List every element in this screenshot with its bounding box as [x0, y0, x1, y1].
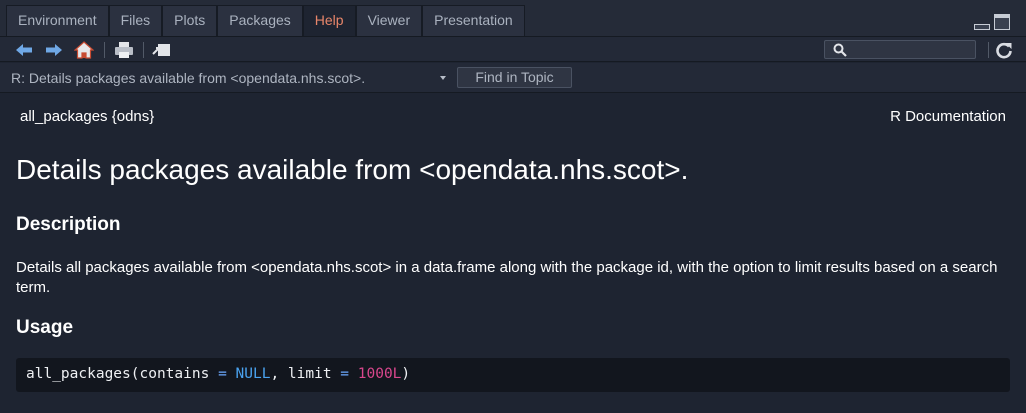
code-number: 1000L: [357, 366, 402, 382]
usage-code-block: all_packages(contains = NULL, limit = 10…: [16, 358, 1010, 392]
usage-code: all_packages(contains = NULL, limit = 10…: [26, 366, 410, 382]
usage-heading: Usage: [16, 317, 74, 338]
toolbar-separator: [988, 42, 989, 58]
tab-viewer[interactable]: Viewer: [355, 5, 423, 36]
description-text: Details all packages available from <ope…: [16, 259, 998, 296]
help-search-input[interactable]: [853, 42, 971, 57]
find-in-topic-input[interactable]: Find in Topic: [457, 67, 572, 88]
tab-environment[interactable]: Environment: [6, 5, 109, 36]
tab-plots[interactable]: Plots: [162, 5, 218, 36]
chevron-down-icon[interactable]: [440, 76, 446, 80]
search-icon: [833, 43, 847, 57]
tab-help[interactable]: Help: [302, 5, 356, 36]
popout-icon[interactable]: [152, 41, 172, 59]
code-end: ): [401, 366, 411, 382]
code-operator: =: [340, 366, 350, 382]
help-toolbar: [0, 36, 1026, 62]
code-fn: all_packages(contains: [26, 366, 219, 382]
pane-window-controls: [974, 14, 1010, 30]
tab-presentation[interactable]: Presentation: [422, 5, 525, 36]
pane-tabbar: Environment Files Plots Packages Help Vi…: [0, 0, 1026, 36]
back-arrow-icon[interactable]: [14, 41, 34, 59]
code-mid: , limit: [270, 366, 341, 382]
minimize-pane-icon[interactable]: [974, 24, 990, 30]
help-search-box[interactable]: [824, 40, 976, 59]
maximize-pane-icon[interactable]: [994, 14, 1010, 30]
topic-title-dropdown[interactable]: R: Details packages available from <open…: [11, 70, 365, 86]
toolbar-separator: [143, 42, 144, 58]
toolbar-separator: [104, 42, 105, 58]
help-content: all_packages {odns} R Documentation Deta…: [0, 94, 1026, 413]
home-icon[interactable]: [74, 41, 94, 59]
tab-files[interactable]: Files: [108, 5, 163, 36]
doc-source-label: R Documentation: [890, 108, 1006, 125]
refresh-icon[interactable]: [994, 41, 1014, 59]
description-heading: Description: [16, 214, 121, 235]
tab-packages[interactable]: Packages: [217, 5, 303, 36]
forward-arrow-icon[interactable]: [44, 41, 64, 59]
help-topic-bar: R: Details packages available from <open…: [0, 63, 1026, 93]
code-null: NULL: [235, 366, 271, 382]
page-title: Details packages available from <opendat…: [16, 154, 689, 185]
pane-tabs: Environment Files Plots Packages Help Vi…: [6, 5, 525, 36]
doc-topic-id: all_packages {odns}: [20, 108, 155, 125]
print-icon[interactable]: [114, 41, 134, 59]
code-operator: =: [218, 366, 227, 382]
